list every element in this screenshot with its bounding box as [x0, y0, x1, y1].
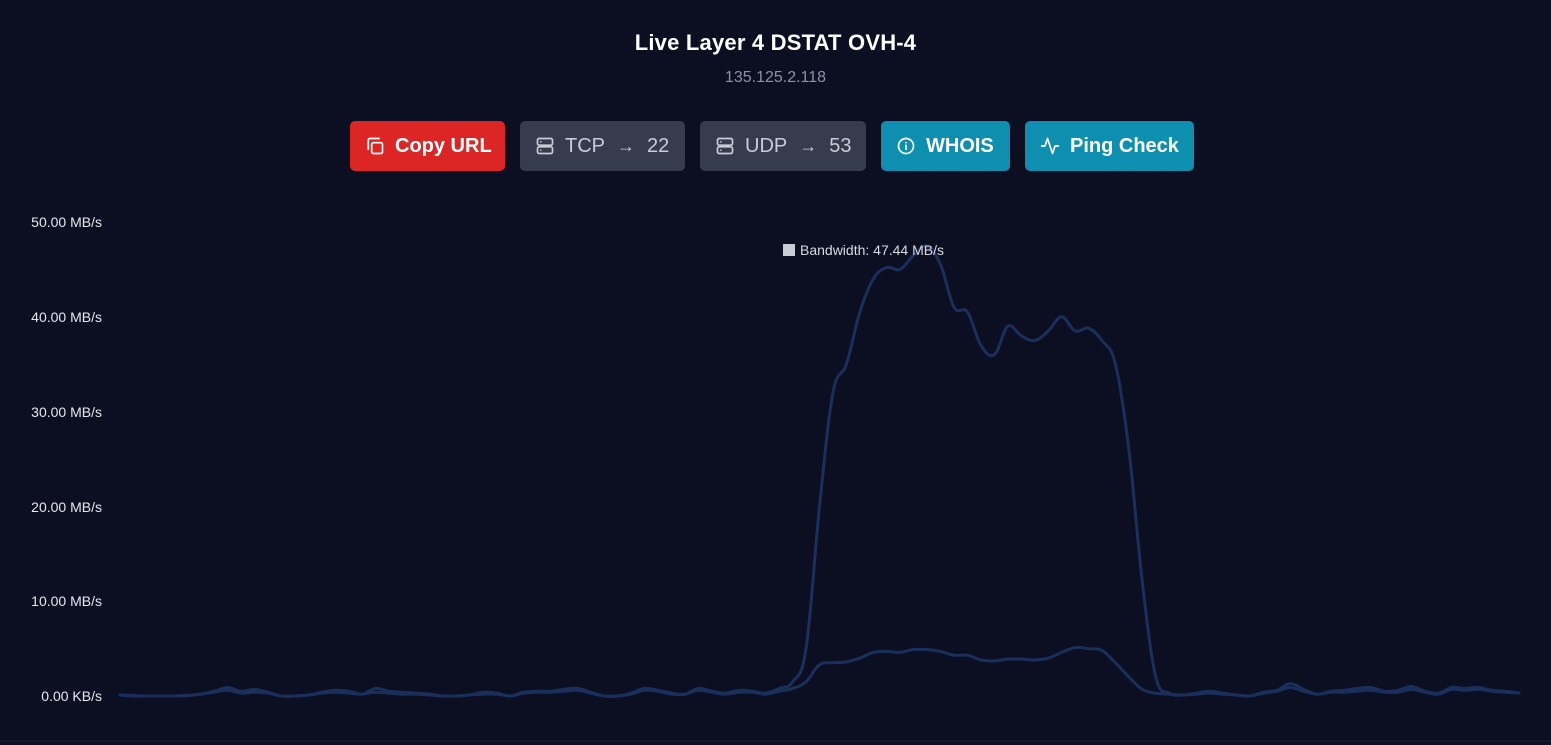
page: Live Layer 4 DSTAT OVH-4 135.125.2.118 C…	[0, 0, 1551, 745]
bandwidth-chart	[0, 244, 1551, 742]
series-line-packets	[118, 645, 1521, 698]
legend-swatch	[783, 244, 795, 256]
series-line-bandwidth	[118, 244, 1521, 698]
chart-tooltip: Bandwidth: 47.44 MB/s	[783, 242, 944, 258]
tooltip-label: Bandwidth: 47.44 MB/s	[800, 242, 944, 258]
